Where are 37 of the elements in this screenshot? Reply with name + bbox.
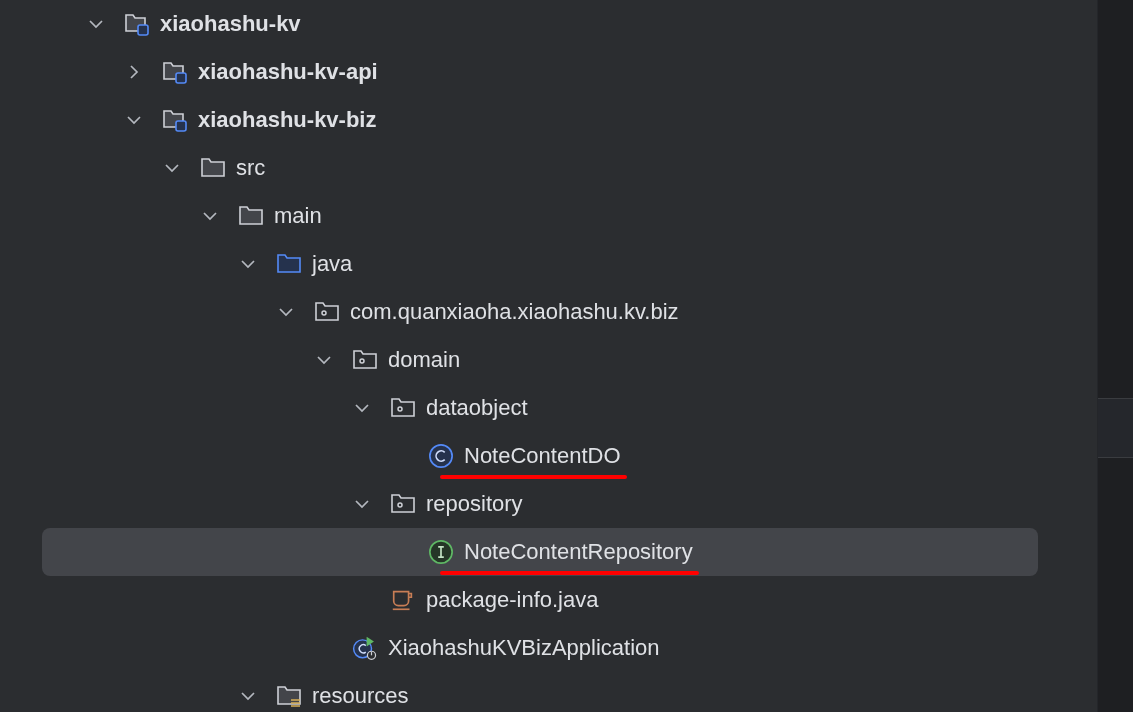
tree-item-label: package-info.java [426, 587, 599, 612]
tree-item-label: src [236, 155, 266, 180]
tree-row[interactable]: repository [42, 480, 1038, 528]
interface-icon [428, 538, 454, 566]
tree-row[interactable]: src [42, 144, 1038, 192]
tree-row[interactable]: java [42, 240, 1038, 288]
tree-row[interactable]: resources [42, 672, 1038, 712]
tree-row[interactable]: xiaohashu-kv-biz [42, 96, 1038, 144]
tree-item-label: xiaohashu-kv-biz [198, 107, 377, 132]
scrollbar-thumb[interactable] [1098, 398, 1133, 458]
tree-item-label: main [274, 203, 322, 228]
tree-item-label: XiaohashuKVBizApplication [388, 635, 660, 660]
module-folder-icon [162, 107, 188, 133]
tree-item-label: xiaohashu-kv-api [198, 59, 378, 84]
tree-item-label: NoteContentRepository [464, 539, 693, 564]
tree-item-label: com.quanxiaoha.xiaohashu.kv.biz [350, 299, 679, 324]
tree-item-label: domain [388, 347, 461, 372]
module-folder-icon [162, 59, 188, 85]
tree-row[interactable]: xiaohashu-kv [42, 0, 1038, 48]
tree-item-label: xiaohashu-kv [160, 11, 301, 36]
tree-row[interactable]: main [42, 192, 1038, 240]
tree-item-label: resources [312, 683, 409, 708]
tree-row[interactable]: xiaohashu-kv-api [42, 48, 1038, 96]
tree-row[interactable]: NoteContentRepository [42, 528, 1038, 576]
tree-item-label: dataobject [426, 395, 528, 420]
tree-row[interactable]: domain [42, 336, 1038, 384]
tree-row[interactable]: package-info.java [42, 576, 1038, 624]
tree-item-label: NoteContentDO [464, 443, 621, 468]
resources-folder-icon [276, 683, 302, 709]
tree-row[interactable]: XiaohashuKVBizApplication [42, 624, 1038, 672]
tree-item-label: repository [426, 491, 523, 516]
tree-row[interactable]: NoteContentDO [42, 432, 1038, 480]
tree-row[interactable]: com.quanxiaoha.xiaohashu.kv.biz [42, 288, 1038, 336]
class-icon [428, 442, 454, 470]
module-folder-icon [124, 11, 150, 37]
tree-row[interactable]: dataobject [42, 384, 1038, 432]
tree-item-label: java [312, 251, 353, 276]
